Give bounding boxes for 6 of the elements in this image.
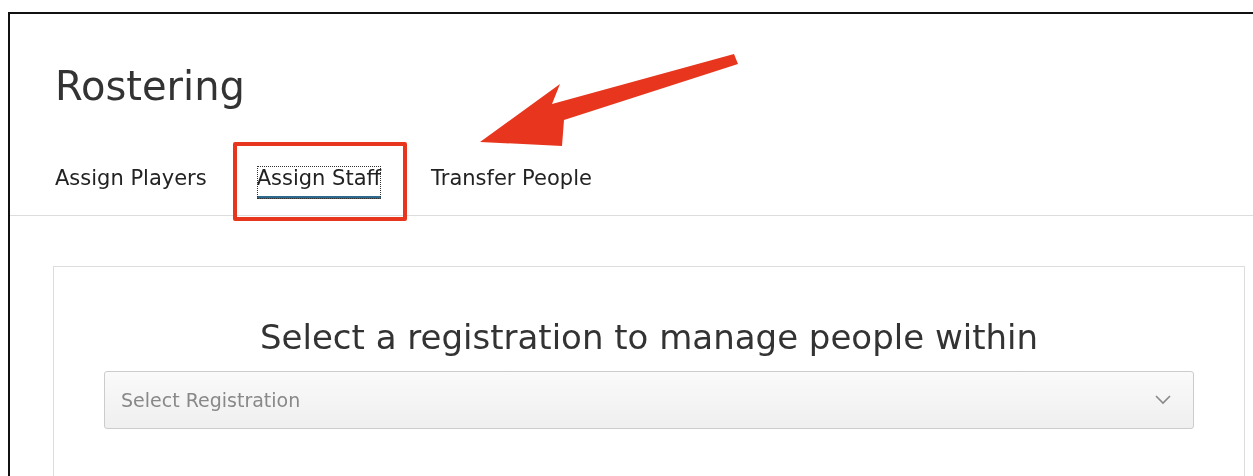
tab[interactable]: Transfer People bbox=[431, 166, 592, 199]
page-title: Rostering bbox=[55, 62, 245, 111]
panel-heading: Select a registration to manage people within bbox=[258, 316, 1040, 359]
tab[interactable]: Assign Staff bbox=[256, 166, 381, 199]
tab[interactable]: Assign Players bbox=[55, 166, 207, 199]
chevron-down-icon bbox=[1155, 395, 1171, 405]
